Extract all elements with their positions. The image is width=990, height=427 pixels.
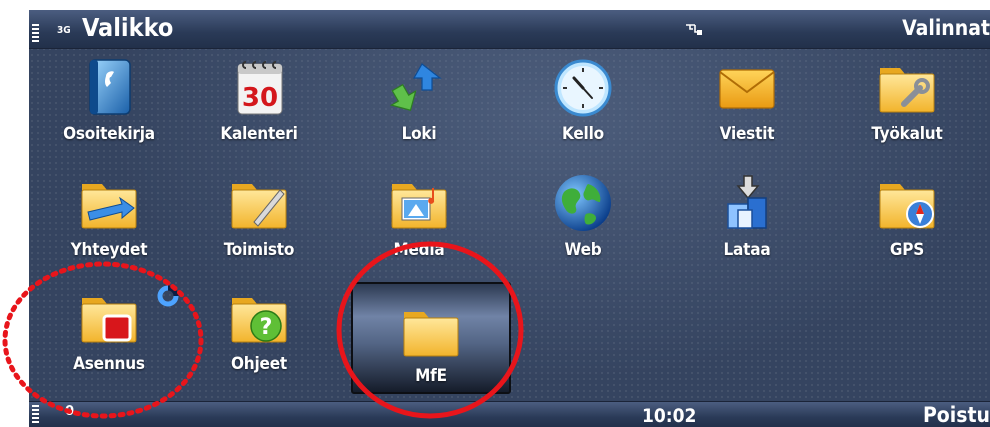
menu-item-media[interactable]: Media [339,168,499,280]
installation-folder-icon [81,298,137,343]
menu-item-label: Web [564,240,602,260]
folder-icon [403,312,459,357]
menu-item-yhteydet[interactable]: Yhteydet [29,168,189,280]
help-folder-icon: ? [231,298,287,343]
menu-item-web[interactable]: Web [503,168,663,280]
menu-item-label: Loki [401,124,437,144]
envelope-icon [719,69,775,109]
menu-item-label: Työkalut [871,124,943,144]
loading-spinner-icon [157,285,179,307]
globe-icon [555,175,611,231]
download-icon [727,175,767,229]
menu-item-kello[interactable]: Kello [503,52,663,164]
menu-item-ohjeet[interactable]: ? Ohjeet [179,282,339,394]
menu-item-gps[interactable]: GPS [827,168,987,280]
menu-item-label: Lataa [723,240,771,260]
connectivity-folder-icon [81,184,137,229]
menu-item-label: Osoitekirja [63,124,155,144]
network-type-label: 3G [57,25,71,36]
menu-item-kalenteri[interactable]: 30 Kalenteri [179,52,339,164]
contacts-icon [89,59,131,115]
battery-level-icon [32,405,39,425]
office-folder-icon [231,184,287,229]
bottom-bar: 0 10:02 Poistu [29,401,990,427]
svg-text:?: ? [260,315,273,340]
menu-item-osoitekirja[interactable]: Osoitekirja [29,52,189,164]
title-bar: 3G Valikko Valinnat [29,10,990,49]
options-softkey[interactable]: Valinnat [902,16,990,40]
media-folder-icon [391,184,447,229]
menu-item-label: Toimisto [223,240,295,260]
clock-icon [554,59,612,117]
screenshot-canvas: 3G Valikko Valinnat Osoitekirja 30 Kalen… [0,0,990,427]
gps-folder-icon [879,184,935,229]
signal-strength-icon [32,24,39,44]
calendar-day-number: 30 [242,83,278,113]
exit-softkey[interactable]: Poistu [923,403,990,427]
menu-item-tyokalut[interactable]: Työkalut [827,52,987,164]
menu-item-lataa[interactable]: Lataa [667,168,827,280]
menu-item-label: Viestit [719,124,775,144]
menu-item-mfe[interactable]: MfE [351,282,511,394]
usb-connection-icon [686,24,702,35]
menu-item-label: Kalenteri [220,124,298,144]
menu-item-label: Kello [562,124,604,144]
menu-item-label: GPS [889,240,925,260]
log-arrows-icon [389,63,442,111]
menu-item-label: Ohjeet [231,354,287,374]
left-softkey[interactable]: 0 [65,404,74,419]
menu-item-label: Media [393,240,445,260]
app-title: Valikko [82,13,174,42]
menu-item-label: MfE [415,366,447,386]
menu-item-viestit[interactable]: Viestit [667,52,827,164]
menu-item-label: Yhteydet [70,240,148,260]
calendar-icon: 30 [237,61,283,115]
clock-time: 10:02 [642,405,697,427]
phone-screen: 3G Valikko Valinnat Osoitekirja 30 Kalen… [29,10,990,427]
menu-item-toimisto[interactable]: Toimisto [179,168,339,280]
menu-item-label: Asennus [73,354,145,374]
menu-item-loki[interactable]: Loki [339,52,499,164]
tools-folder-icon [879,68,935,113]
